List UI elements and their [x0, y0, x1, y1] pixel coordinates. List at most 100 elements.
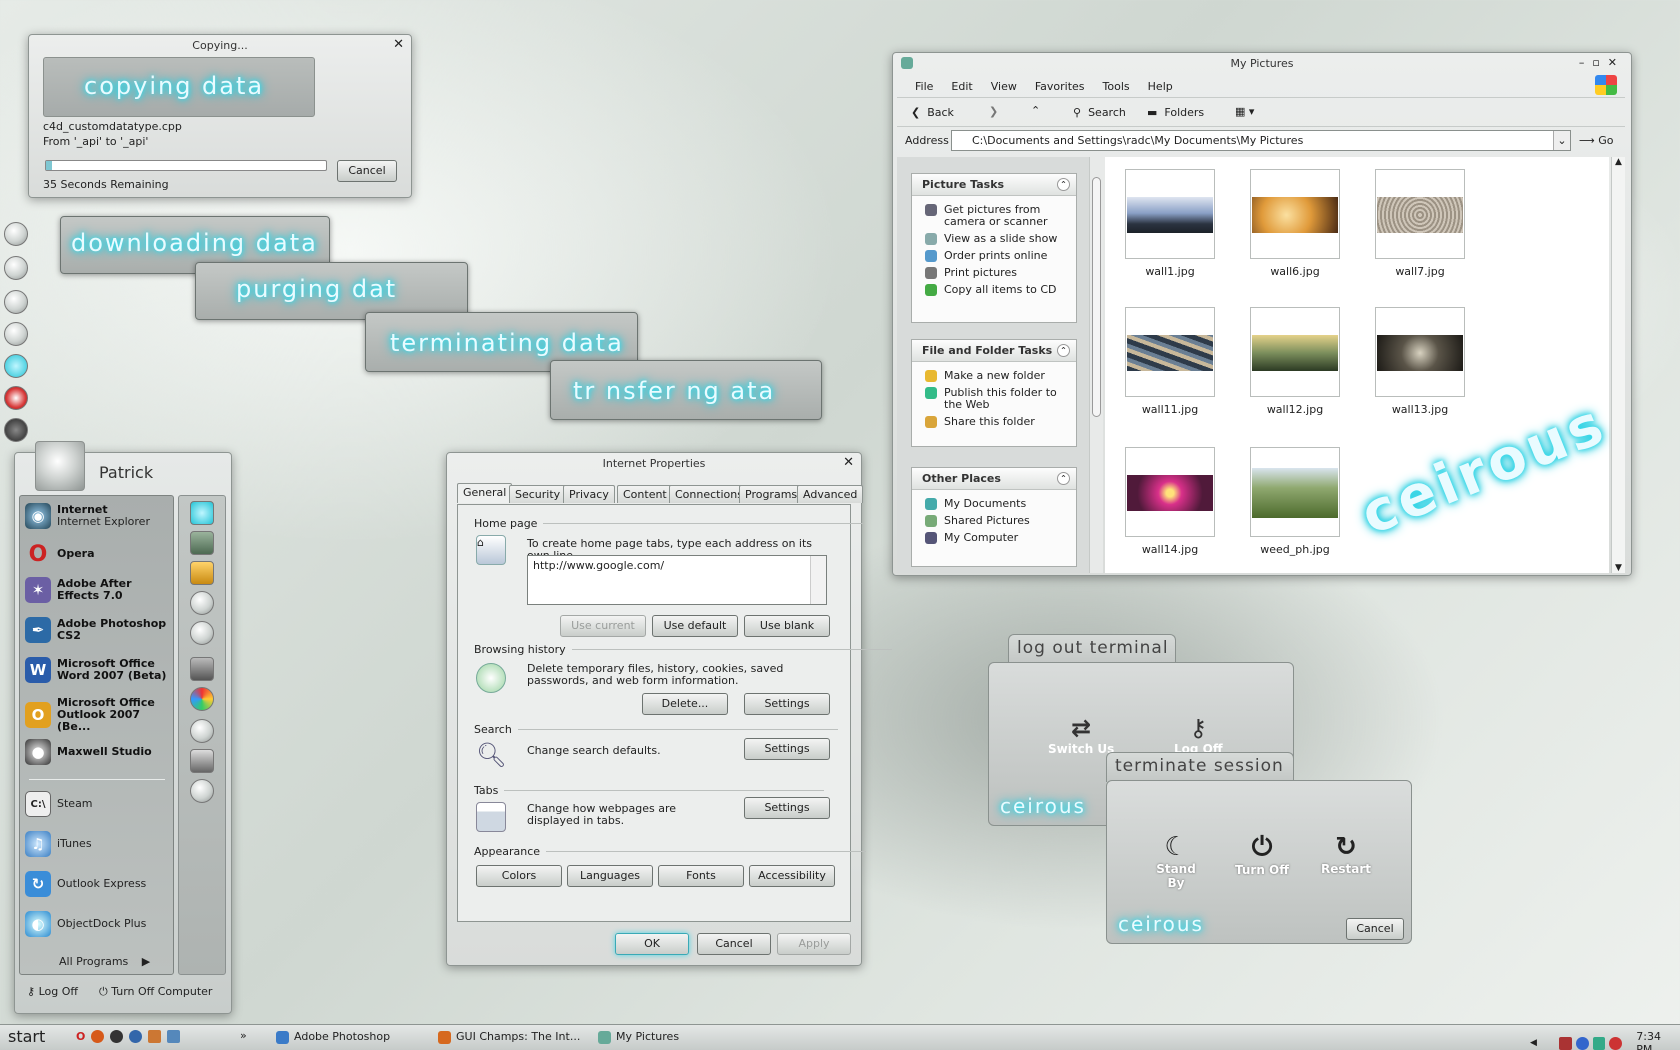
file-tasks-header[interactable]: File and Folder Tasks ⌃ [912, 340, 1076, 362]
tab-privacy[interactable]: Privacy [563, 485, 615, 503]
start-item-outlook[interactable]: O Microsoft Office Outlook 2007 (Be... [25, 697, 169, 733]
start-button[interactable]: start [8, 1027, 45, 1046]
start-item-photoshop[interactable]: ✒ Adobe Photoshop CS2 [25, 617, 169, 643]
minimize-icon[interactable]: – [1579, 56, 1593, 69]
start-item-word[interactable]: W Microsoft Office Word 2007 (Beta) [25, 657, 169, 683]
start-item-opera[interactable]: O Opera [25, 541, 95, 567]
app-icon[interactable] [167, 1030, 181, 1043]
apply-button[interactable]: Apply [777, 933, 851, 955]
tray-icon[interactable] [1558, 1036, 1572, 1050]
chevron-left-icon[interactable]: ◀ [1530, 1038, 1537, 1048]
turn-off-button[interactable]: ⏻ Turn Off Computer [99, 985, 212, 999]
taskbar-item-firefox[interactable]: GUI Champs: The Int... [436, 1025, 580, 1049]
scrollbar[interactable] [810, 556, 826, 604]
start-item-steam[interactable]: C:\ Steam [25, 791, 93, 817]
use-blank-button[interactable]: Use blank [744, 615, 830, 637]
search-button[interactable]: ⚲ Search [1073, 106, 1126, 119]
task-print-pictures[interactable]: Print pictures [912, 267, 1076, 279]
thumbnail[interactable] [1125, 307, 1215, 397]
turn-off-button[interactable]: ⏻ Turn Off [1232, 832, 1292, 877]
close-icon[interactable]: ✕ [1608, 56, 1625, 69]
home-url-textarea[interactable]: http://www.google.com/ [527, 555, 827, 605]
thumbnail[interactable] [1250, 307, 1340, 397]
all-programs[interactable]: All Programs ▶ [59, 955, 150, 968]
menu-tools[interactable]: Tools [1103, 80, 1130, 93]
folder-icon[interactable] [190, 591, 214, 615]
task-copy-to-cd[interactable]: Copy all items to CD [912, 284, 1076, 296]
content-scrollbar[interactable]: ▲ ▼ [1611, 157, 1625, 573]
folder-icon[interactable] [190, 531, 214, 555]
folder-icon[interactable] [190, 749, 214, 773]
fonts-button[interactable]: Fonts [658, 865, 744, 887]
task-slide-show[interactable]: View as a slide show [912, 233, 1076, 245]
start-item-outlook-express[interactable]: ↻ Outlook Express [25, 871, 146, 897]
ok-button[interactable]: OK [615, 933, 689, 955]
dock-icon[interactable] [4, 386, 28, 410]
folder-icon[interactable] [190, 561, 214, 585]
menu-edit[interactable]: Edit [951, 80, 972, 93]
menu-file[interactable]: File [915, 80, 933, 93]
tabs-settings-button[interactable]: Settings [744, 797, 830, 819]
search-settings-button[interactable]: Settings [744, 738, 830, 760]
place-shared-pictures[interactable]: Shared Pictures [912, 515, 1076, 527]
tool-icon[interactable] [148, 1030, 162, 1043]
close-icon[interactable]: ✕ [393, 37, 404, 52]
start-item-maxwell[interactable]: ● Maxwell Studio [25, 739, 152, 765]
task-new-folder[interactable]: Make a new folder [912, 370, 1076, 382]
taskbar-item-photoshop[interactable]: Adobe Photoshop [274, 1025, 390, 1049]
use-current-button[interactable]: Use current [560, 615, 646, 637]
up-folder-button[interactable]: ⌃ [1031, 104, 1040, 117]
taskbar-item-my-pictures[interactable]: My Pictures [596, 1025, 679, 1049]
menu-favorites[interactable]: Favorites [1035, 80, 1085, 93]
languages-button[interactable]: Languages [567, 865, 653, 887]
cancel-button[interactable]: Cancel [697, 933, 771, 955]
place-my-computer[interactable]: My Computer [912, 532, 1076, 544]
views-button[interactable]: ▦ ▾ [1235, 105, 1254, 118]
start-item-after-effects[interactable]: ✶ Adobe After Effects 7.0 [25, 577, 170, 603]
task-publish-web[interactable]: Publish this folder to the Web [912, 387, 1076, 411]
thumbnail[interactable] [1375, 169, 1465, 259]
history-settings-button[interactable]: Settings [744, 693, 830, 715]
use-default-button[interactable]: Use default [652, 615, 738, 637]
folder-icon[interactable] [190, 657, 214, 681]
dock-icon[interactable] [4, 290, 28, 314]
tab-security[interactable]: Security [509, 485, 567, 503]
tab-connections[interactable]: Connections [669, 485, 749, 503]
tab-programs[interactable]: Programs [739, 485, 804, 503]
folder-icon[interactable] [190, 779, 214, 803]
maximize-icon[interactable]: ▫ [1592, 56, 1607, 69]
log-off-button[interactable]: ⚷ Log Off [27, 985, 78, 998]
stand-by-button[interactable]: ☾ Stand By [1146, 832, 1206, 890]
start-item-objectdock[interactable]: ◐ ObjectDock Plus [25, 911, 146, 937]
address-input[interactable]: C:\Documents and Settings\radc\My Docume… [951, 130, 1571, 151]
menu-help[interactable]: Help [1148, 80, 1173, 93]
picture-tasks-header[interactable]: Picture Tasks ⌃ [912, 174, 1076, 196]
tab-advanced[interactable]: Advanced [797, 485, 864, 503]
other-places-header[interactable]: Other Places ⌃ [912, 468, 1076, 490]
thumbnail[interactable] [1250, 169, 1340, 259]
delete-history-button[interactable]: Delete... [642, 693, 728, 715]
firefox-icon[interactable] [91, 1030, 105, 1043]
start-item-internet[interactable]: ◉ Internet Internet Explorer [25, 503, 150, 529]
dock-icon[interactable] [4, 322, 28, 346]
thumbnail[interactable] [1375, 307, 1465, 397]
dock-icon[interactable] [4, 418, 28, 442]
tray-icon[interactable] [1592, 1036, 1606, 1050]
tasks-scrollbar[interactable] [1089, 157, 1103, 573]
dock-icon[interactable] [4, 222, 28, 246]
media-icon[interactable] [129, 1030, 143, 1043]
tray-icon[interactable] [1609, 1036, 1623, 1050]
task-share-folder[interactable]: Share this folder [912, 416, 1076, 428]
chevron-down-icon[interactable]: ⌄ [1553, 131, 1570, 150]
thumbnail[interactable] [1125, 447, 1215, 537]
accessibility-button[interactable]: Accessibility [749, 865, 835, 887]
tab-general[interactable]: General [457, 483, 513, 503]
webcam-icon[interactable] [110, 1030, 124, 1043]
switch-user-button[interactable]: ⇄ Switch Us [1048, 714, 1114, 756]
restart-button[interactable]: ↻ Restart [1316, 832, 1376, 876]
chevron-right-icon[interactable]: » [240, 1029, 247, 1042]
folder-icon[interactable] [190, 501, 214, 525]
dock-icon[interactable] [4, 354, 28, 378]
tab-content[interactable]: Content [617, 485, 673, 503]
place-my-documents[interactable]: My Documents [912, 498, 1076, 510]
